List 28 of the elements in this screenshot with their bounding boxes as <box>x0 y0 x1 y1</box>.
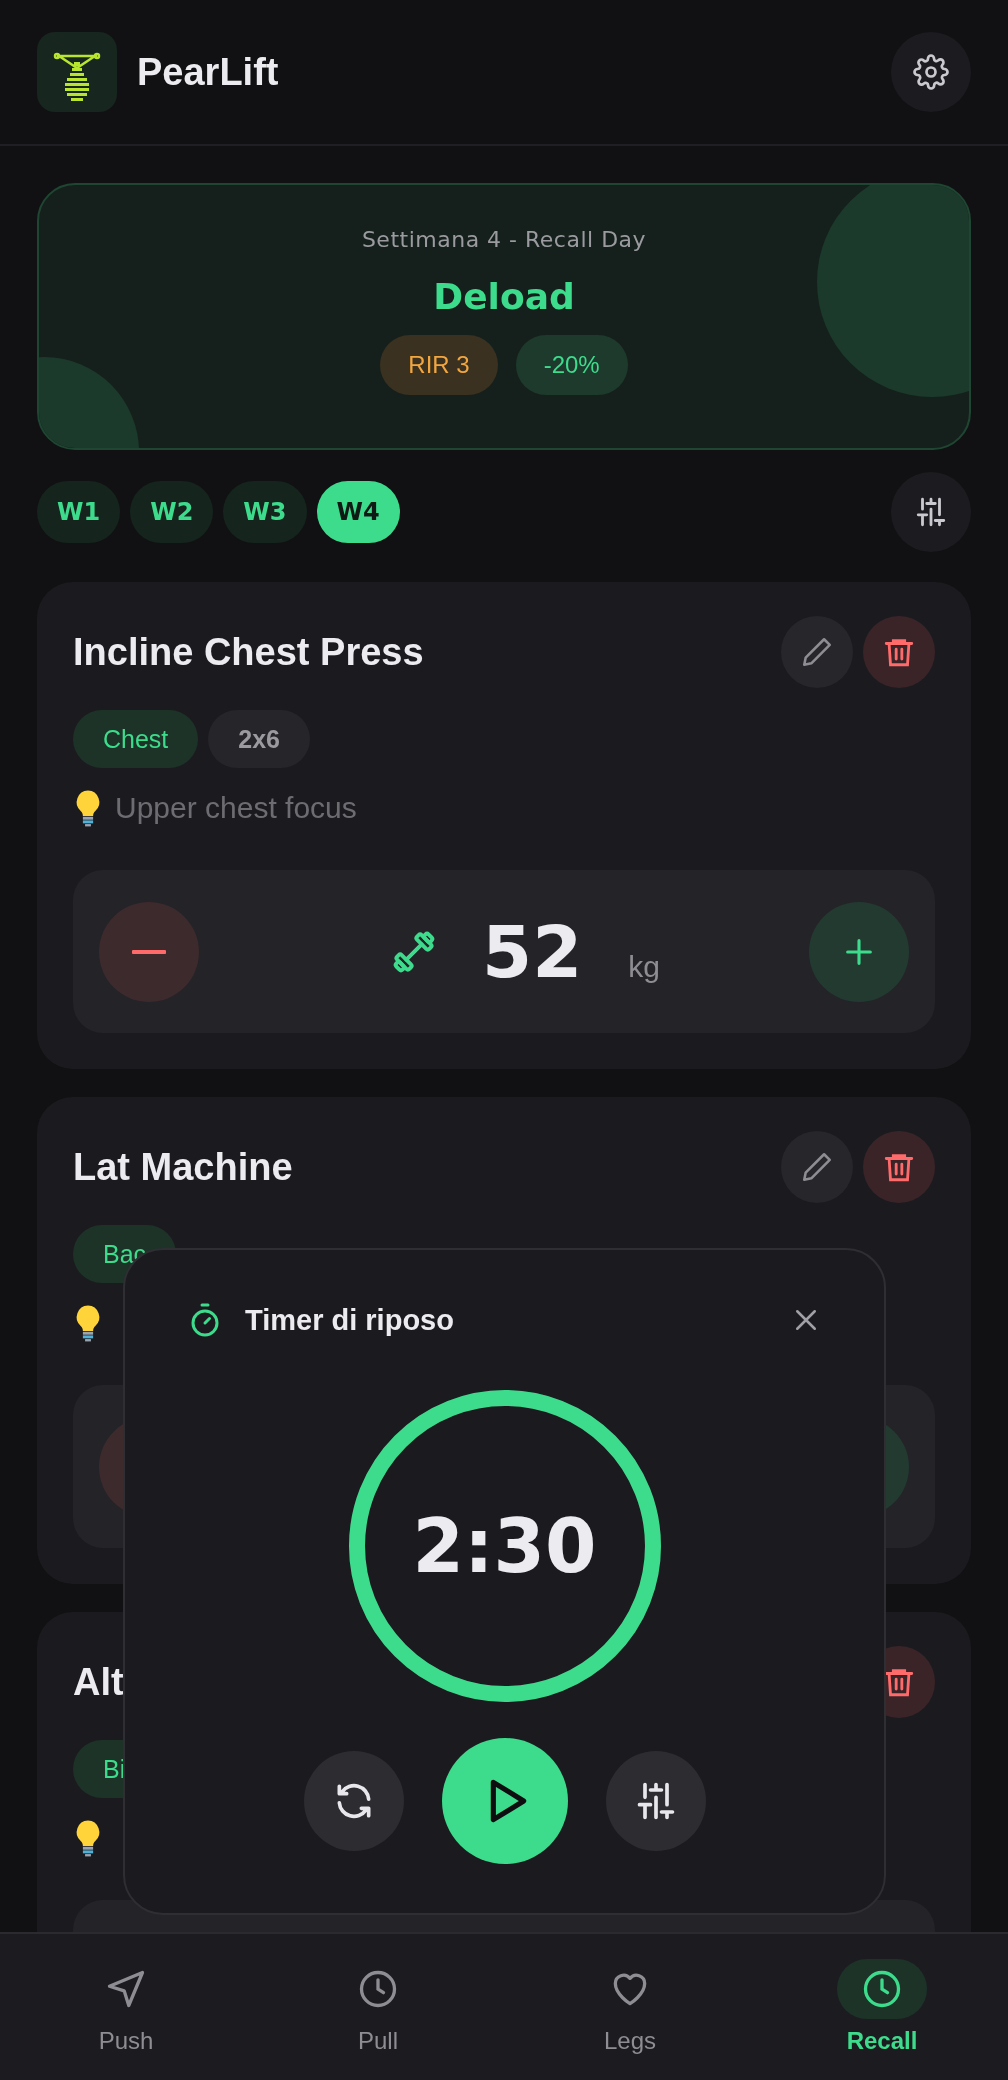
exercise-name: Alt <box>73 1660 124 1704</box>
week-tab[interactable]: W3 <box>223 481 307 543</box>
week-tab[interactable]: W4 <box>316 481 400 543</box>
nav-tab[interactable]: Pull <box>252 1934 504 2080</box>
nav-tab[interactable]: Push <box>0 1934 252 2080</box>
badge: RIR 3 <box>380 335 498 395</box>
sliders-icon <box>914 495 948 529</box>
tag: 2x6 <box>208 710 311 768</box>
badge: -20% <box>515 335 628 395</box>
tag: Chest <box>73 710 199 768</box>
nav-tab[interactable]: Legs <box>504 1934 756 2080</box>
app-title: PearLift <box>137 50 279 94</box>
weight-unit: kg <box>628 949 660 984</box>
phase-title: Deload <box>433 276 575 317</box>
week-tab[interactable]: W2 <box>130 481 214 543</box>
week-subtitle: Settimana 4 - Recall Day <box>361 227 647 252</box>
pencil-icon <box>800 635 834 669</box>
timer-title: Timer di riposo <box>245 1303 455 1337</box>
weight-value: 52 <box>482 909 583 994</box>
exercise-hint: Upper chest focus <box>115 791 357 825</box>
pencil-icon <box>800 1150 834 1184</box>
minus-icon <box>132 949 166 954</box>
settings-icon <box>913 54 949 90</box>
nav-tab[interactable]: Recall <box>756 1934 1008 2080</box>
week-tab[interactable]: W1 <box>37 481 121 543</box>
timer-time: 2:30 <box>412 1503 597 1589</box>
exercise-name: Lat Machine <box>73 1145 293 1189</box>
exercise-name: Incline Chest Press <box>73 630 424 674</box>
